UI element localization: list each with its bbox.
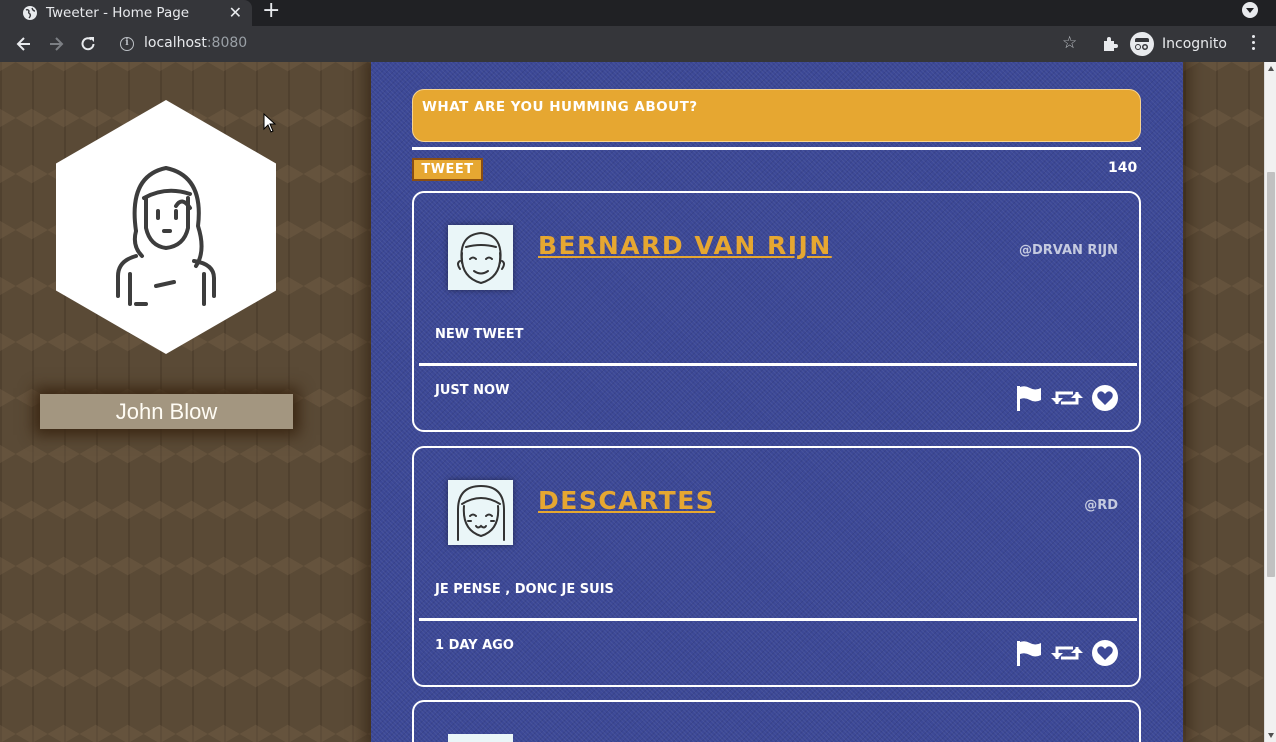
tweet-divider (419, 618, 1137, 621)
tweet-handle: @rd (1084, 498, 1118, 513)
browser-tab-active[interactable]: Tweeter - Home Page ✕ (0, 0, 252, 26)
tweet-card: Descartes @rd Je pense , donc je suis 1 … (412, 446, 1141, 687)
tweet-content: new tweet (435, 327, 524, 342)
tab-title: Tweeter - Home Page (46, 5, 190, 21)
page-scrollbar[interactable] (1264, 62, 1276, 742)
browser-toolbar: i localhost:8080 (0, 26, 1276, 62)
profile-avatar-hexagon (56, 100, 276, 354)
url-text: localhost:8080 (144, 35, 247, 51)
tweet-card: Bernard van Rijn @DRvan Rijn new tweet j… (412, 191, 1141, 432)
reload-icon[interactable] (78, 34, 98, 54)
man-avatar-icon (457, 231, 505, 285)
user-name-plate: John Blow (40, 394, 293, 429)
scroll-up-arrow-icon[interactable] (1268, 66, 1274, 71)
user-avatar-icon (116, 165, 216, 306)
tweet-card-partial (412, 700, 1141, 742)
tab-close-icon[interactable]: ✕ (229, 3, 242, 23)
incognito-label: Incognito (1162, 36, 1227, 52)
tweet-actions (1015, 639, 1119, 671)
tweet-timestamp: 1 day ago (435, 638, 514, 653)
tweet-timestamp: just now (435, 383, 510, 398)
tweet-avatar (448, 734, 513, 742)
compose-prompt: What are you humming about? (422, 99, 698, 115)
heart-icon[interactable] (1091, 639, 1119, 671)
flag-icon[interactable] (1015, 640, 1043, 670)
url-port: :8080 (206, 35, 248, 51)
mouse-cursor-icon (263, 113, 277, 133)
tweet-avatar (448, 225, 513, 290)
bookmark-star-icon[interactable]: ☆ (1062, 33, 1077, 53)
woman-avatar-icon (457, 484, 505, 541)
extensions-icon[interactable] (1100, 34, 1120, 54)
tweet-actions (1015, 384, 1119, 416)
tweet-handle: @DRvan Rijn (1018, 243, 1118, 258)
tweet-compose-box[interactable]: What are you humming about? (412, 89, 1141, 142)
compose-divider (412, 147, 1141, 150)
tweet-author-link[interactable]: Descartes (538, 486, 715, 515)
retweet-icon[interactable] (1051, 386, 1083, 414)
tweet-avatar (448, 480, 513, 545)
site-info-icon[interactable]: i (120, 37, 134, 51)
tweet-content: Je pense , donc je suis (435, 582, 614, 597)
char-counter: 140 (1108, 160, 1138, 176)
scroll-thumb[interactable] (1267, 172, 1275, 577)
tweet-divider (419, 363, 1137, 366)
main-feed-column: What are you humming about? Tweet 140 (371, 62, 1183, 742)
flag-icon[interactable] (1015, 385, 1043, 415)
tweet-submit-button[interactable]: Tweet (412, 158, 483, 181)
page-viewport: John Blow What are you humming about? Tw… (0, 62, 1276, 742)
retweet-icon[interactable] (1051, 641, 1083, 669)
url-host: localhost (144, 35, 207, 51)
scroll-down-arrow-icon[interactable] (1268, 733, 1274, 738)
incognito-indicator[interactable]: Incognito (1130, 31, 1227, 57)
new-tab-icon[interactable]: + (262, 0, 280, 22)
browser-tabstrip: Tweeter - Home Page ✕ + (0, 0, 1276, 26)
tab-search-icon[interactable] (1242, 2, 1258, 18)
address-bar[interactable]: i localhost:8080 (110, 30, 1095, 58)
globe-icon (23, 6, 37, 20)
browser-menu-icon[interactable] (1252, 34, 1256, 52)
tweet-author-link[interactable]: Bernard van Rijn (538, 231, 832, 260)
heart-icon[interactable] (1091, 384, 1119, 416)
forward-icon[interactable] (46, 34, 66, 54)
back-icon[interactable] (14, 34, 34, 54)
incognito-icon (1130, 32, 1154, 56)
